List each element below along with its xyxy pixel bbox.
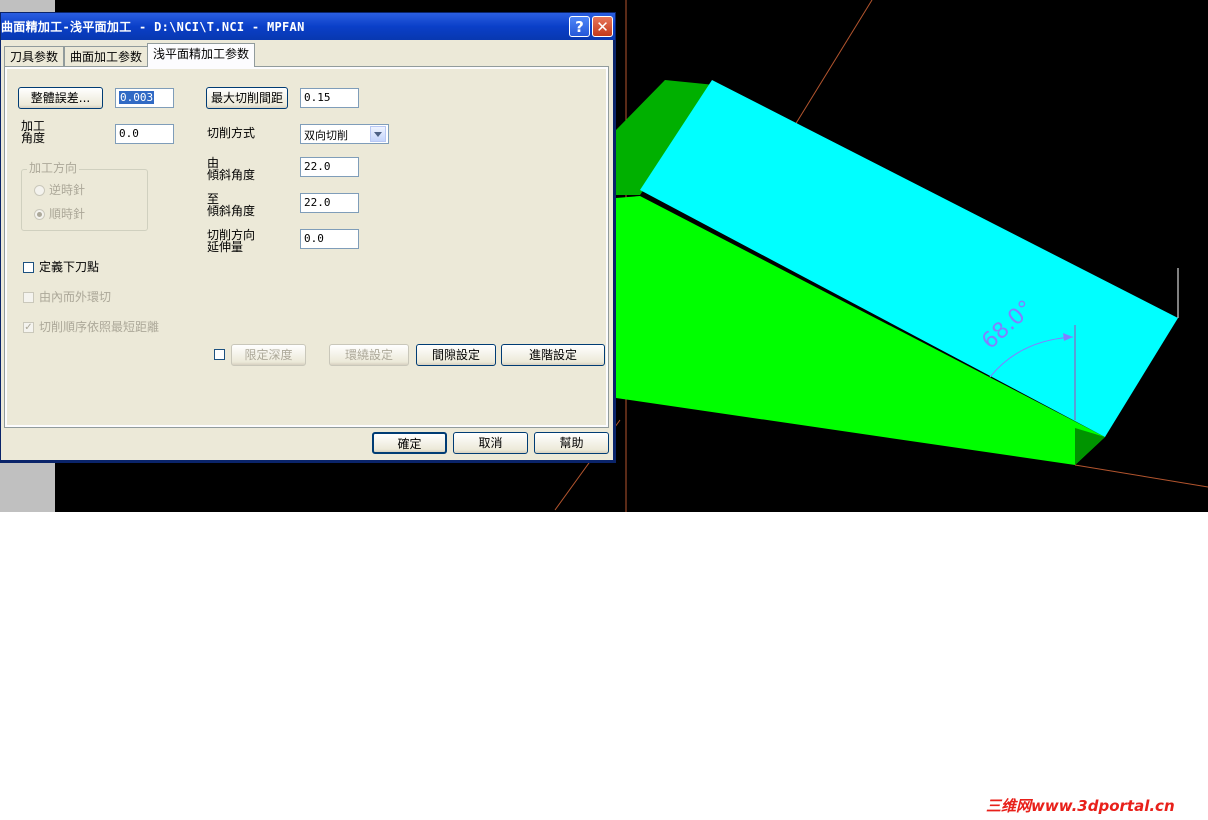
cut-method-label: 切削方式: [207, 126, 256, 140]
tab-shallow-finish-params[interactable]: 浅平面精加工参数: [147, 43, 256, 67]
limit-depth-checkbox[interactable]: [214, 349, 225, 360]
dialog-title: 曲面精加工-浅平面加工 - D:\NCI\T.NCI - MPFAN: [1, 20, 305, 34]
to-angle-field[interactable]: 22.0: [300, 193, 359, 213]
define-plunge-checkbox[interactable]: [23, 262, 34, 273]
wrap-settings-button[interactable]: 環繞設定: [329, 344, 409, 366]
limit-depth-button[interactable]: 限定深度: [231, 344, 306, 366]
machining-angle-label-2: 角度: [21, 131, 46, 145]
ok-button[interactable]: 確定: [372, 432, 447, 454]
tab-surface-params[interactable]: 曲面加工参数: [64, 46, 149, 66]
shortest-distance-checkbox[interactable]: ✓: [23, 322, 34, 333]
site-watermark: 三维网www.3dportal.cn: [986, 797, 1175, 815]
direction-group-title: 加工方向: [27, 161, 80, 175]
tab-panel: 整體誤差... 0.003 最大切削間距 0.15 加工 角度 0.0 切削方式…: [4, 66, 609, 428]
gap-settings-button[interactable]: 間隙設定: [416, 344, 496, 366]
radio-selected-dot: [37, 212, 42, 217]
title-close-button[interactable]: ✕: [592, 16, 613, 37]
direction-group: [21, 169, 148, 231]
total-tolerance-button[interactable]: 整體誤差...: [18, 87, 103, 109]
axis-line-diagonal: [794, 0, 873, 126]
extension-label-2: 延伸量: [207, 240, 244, 254]
total-tolerance-field[interactable]: 0.003: [115, 88, 174, 108]
shortest-distance-label: 切削順序依照最短距離: [39, 320, 160, 334]
radio-cw-label: 順時針: [49, 207, 86, 221]
tab-tool-params[interactable]: 刀具参数: [4, 46, 65, 66]
define-plunge-label: 定義下刀點: [39, 260, 100, 274]
dialog-client-area: 刀具参数 曲面加工参数 浅平面精加工参数 整體誤差... 0.003 最大切削間…: [1, 40, 613, 460]
radio-ccw[interactable]: [34, 185, 45, 196]
cut-method-value: 双向切削: [304, 129, 348, 142]
title-help-button[interactable]: ?: [569, 16, 590, 37]
extension-field[interactable]: 0.0: [300, 229, 359, 249]
max-stepover-button[interactable]: 最大切削間距: [206, 87, 288, 109]
shallow-finishing-dialog: 曲面精加工-浅平面加工 - D:\NCI\T.NCI - MPFAN ? ✕ 刀…: [0, 12, 616, 463]
cut-method-select[interactable]: 双向切削: [300, 124, 389, 144]
to-angle-label-2: 傾斜角度: [207, 204, 256, 218]
tab-panel-content: 整體誤差... 0.003 最大切削間距 0.15 加工 角度 0.0 切削方式…: [7, 69, 606, 425]
chevron-down-icon[interactable]: [370, 126, 386, 142]
from-angle-field[interactable]: 22.0: [300, 157, 359, 177]
help-button[interactable]: 幫助: [534, 432, 609, 454]
cancel-button[interactable]: 取消: [453, 432, 528, 454]
from-angle-label-2: 傾斜角度: [207, 168, 256, 182]
dialog-titlebar[interactable]: 曲面精加工-浅平面加工 - D:\NCI\T.NCI - MPFAN ? ✕: [1, 13, 615, 40]
radio-cw[interactable]: [34, 209, 45, 220]
inside-out-checkbox[interactable]: [23, 292, 34, 303]
machining-angle-field[interactable]: 0.0: [115, 124, 174, 144]
radio-ccw-label: 逆時針: [49, 183, 86, 197]
max-stepover-field[interactable]: 0.15: [300, 88, 359, 108]
axis-line-bottom: [1074, 464, 1208, 488]
inside-out-label: 由內而外環切: [39, 290, 112, 304]
advanced-settings-button[interactable]: 進階設定: [501, 344, 605, 366]
